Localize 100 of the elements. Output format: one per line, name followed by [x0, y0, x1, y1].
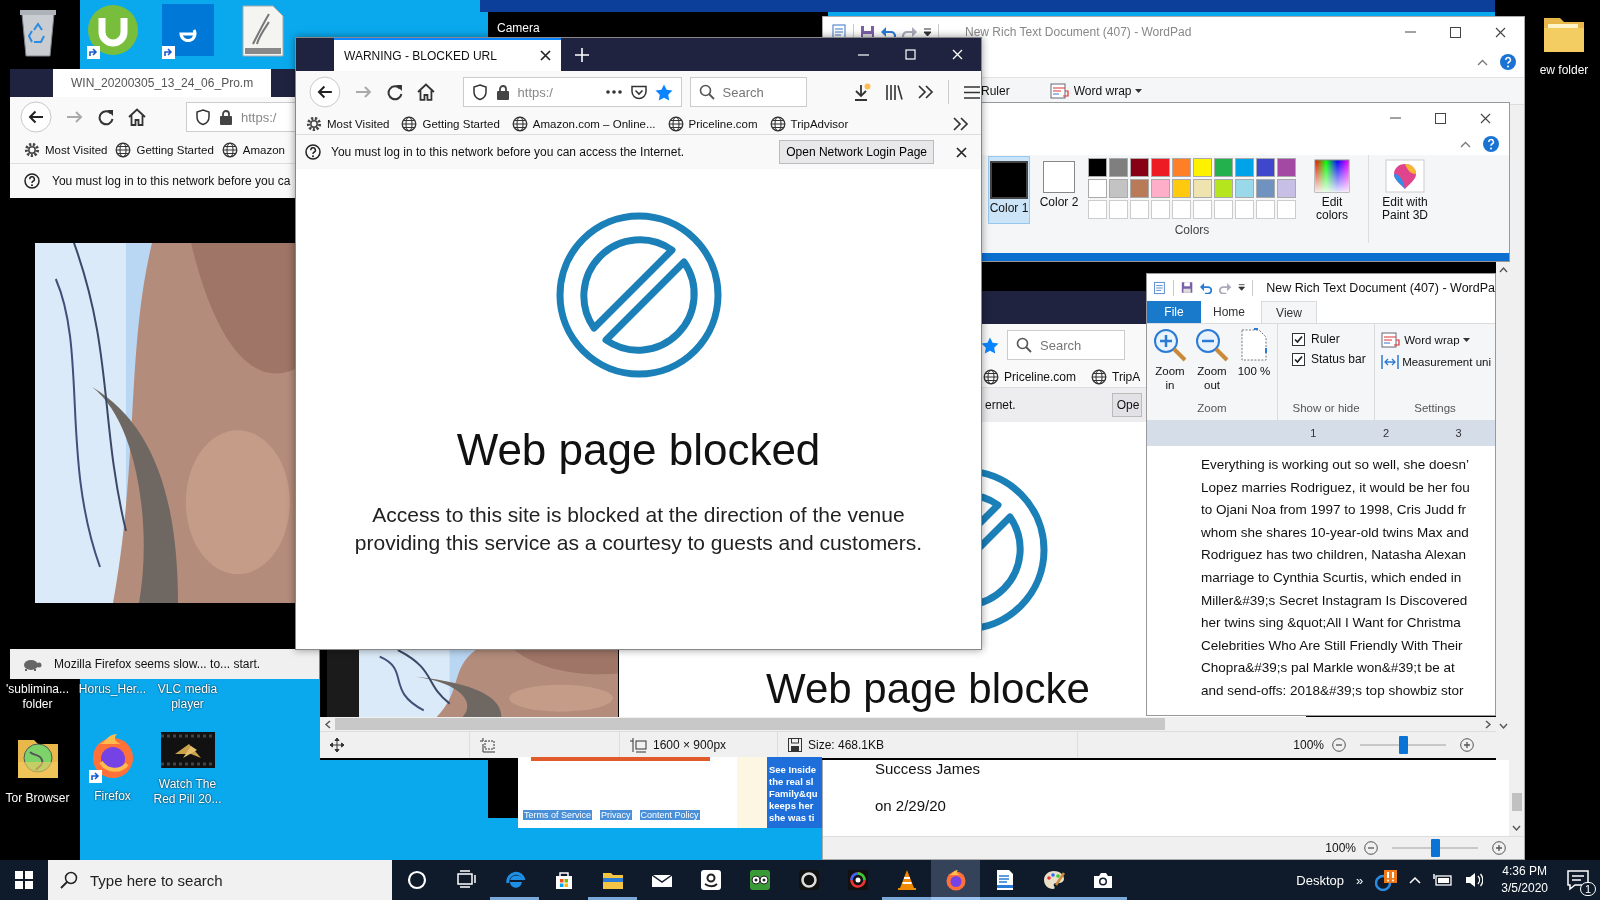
customize-icon[interactable] — [1238, 283, 1246, 292]
scroll-thumb[interactable] — [335, 718, 1165, 730]
empty-swatch[interactable] — [1235, 200, 1254, 219]
customize-icon[interactable] — [923, 27, 932, 37]
palette-icon[interactable] — [1042, 869, 1065, 891]
color-swatch[interactable] — [1214, 179, 1233, 198]
checkbox[interactable] — [1292, 332, 1305, 346]
spectrum-icon[interactable] — [1313, 159, 1351, 193]
video-file-icon[interactable] — [160, 732, 215, 768]
collapse-icon[interactable] — [1477, 58, 1488, 66]
bookmark[interactable]: Priceline.com — [688, 117, 758, 130]
move-icon[interactable] — [330, 738, 344, 752]
color-swatch[interactable] — [1277, 158, 1296, 177]
close-icon[interactable] — [1480, 112, 1491, 124]
empty-swatch[interactable] — [1214, 200, 1233, 219]
bookmark[interactable]: Getting Started — [136, 144, 214, 156]
zoom-in-icon[interactable] — [1460, 738, 1474, 752]
scrollbar[interactable] — [1496, 262, 1510, 760]
maximize-icon[interactable] — [1435, 112, 1446, 124]
scrollbar[interactable] — [320, 717, 1496, 731]
bookmark[interactable]: Amazon — [242, 144, 285, 156]
paint-3d-button[interactable]: Edit with Paint 3D — [1377, 155, 1433, 222]
color-slot[interactable]: Color 1 — [988, 156, 1030, 224]
collapse-icon[interactable] — [1460, 140, 1471, 148]
show-hidden-icon[interactable] — [1409, 876, 1422, 884]
reload-icon[interactable] — [385, 83, 403, 101]
empty-swatch[interactable] — [1109, 200, 1128, 219]
empty-swatch[interactable] — [1151, 200, 1170, 219]
color-swatch[interactable] — [1151, 158, 1170, 177]
bookmark[interactable]: Amazon.com – Online... — [532, 117, 656, 130]
clock-date[interactable]: 3/5/2020 — [1501, 880, 1548, 897]
checkbox-label[interactable]: Ruler — [1311, 332, 1340, 346]
search-field[interactable]: Type here to search — [48, 860, 392, 900]
color-swatch[interactable] — [1277, 179, 1296, 198]
ring-icon[interactable] — [797, 869, 820, 891]
clock-time[interactable]: 4:36 PM — [1502, 863, 1547, 880]
reload-icon[interactable] — [97, 108, 114, 126]
color-swatch[interactable] — [1256, 158, 1275, 177]
bookmark[interactable]: Most Visited — [45, 144, 108, 156]
slider-thumb[interactable] — [1431, 839, 1440, 857]
scroll-up-icon[interactable] — [1498, 266, 1508, 273]
scroll-right-icon[interactable] — [1485, 719, 1492, 729]
empty-swatch[interactable] — [1256, 200, 1275, 219]
smile-icon[interactable] — [699, 869, 722, 891]
zoom-out-icon[interactable] — [1332, 738, 1346, 752]
color-swatch[interactable] — [1151, 179, 1170, 198]
help-icon[interactable] — [1483, 136, 1499, 152]
slider-thumb[interactable] — [1399, 736, 1408, 754]
color-swatch[interactable] — [1109, 158, 1128, 177]
checkbox-label[interactable]: Status bar — [1311, 352, 1366, 366]
url-field[interactable]: https:/ — [186, 102, 298, 132]
owl-icon[interactable] — [748, 869, 771, 891]
color-swatch[interactable] — [1193, 158, 1212, 177]
caret-icon[interactable] — [1135, 89, 1143, 93]
notifications-icon[interactable] — [1566, 868, 1590, 892]
color-swatch[interactable] — [1109, 179, 1128, 198]
empty-swatch[interactable] — [1172, 200, 1191, 219]
bookmark[interactable]: Most Visited — [327, 117, 390, 130]
color-swatch[interactable] — [1088, 158, 1107, 177]
bookmark[interactable]: TripAdvisor — [790, 117, 849, 130]
color-swatch[interactable] — [1172, 158, 1191, 177]
volume-icon[interactable] — [1465, 872, 1484, 888]
browser-tab[interactable]: WARNING - BLOCKED URL — [334, 38, 561, 71]
empty-swatch[interactable] — [1277, 200, 1296, 219]
close-icon[interactable] — [956, 146, 967, 158]
toolbar-label[interactable]: Desktop — [1296, 872, 1345, 888]
ribbon-tab[interactable]: Home — [1201, 301, 1257, 323]
color-slot[interactable]: Color 2 — [1038, 156, 1080, 224]
zoom-out-icon[interactable] — [1364, 841, 1378, 855]
zoom-out-button[interactable]: Zoom out — [1193, 328, 1231, 402]
zoom-out-icon[interactable] — [1195, 328, 1229, 362]
color-wheel-icon[interactable] — [846, 869, 869, 891]
maximize-icon[interactable] — [1450, 26, 1461, 38]
caret-icon[interactable] — [1462, 338, 1470, 342]
edit-colors-button[interactable]: Edit colors — [1304, 155, 1360, 222]
close-icon[interactable] — [1495, 26, 1506, 38]
ribbon-item[interactable]: Word wrap — [1073, 84, 1132, 98]
circle-icon[interactable] — [405, 869, 428, 891]
home-icon[interactable] — [128, 108, 146, 126]
close-icon[interactable] — [540, 50, 551, 61]
browser-tab[interactable]: WIN_20200305_13_24_06_Pro.m — [53, 69, 271, 97]
color-swatch[interactable] — [1172, 179, 1191, 198]
download-icon[interactable] — [853, 83, 871, 101]
color-swatch[interactable] — [1235, 179, 1254, 198]
more-icon[interactable] — [604, 89, 623, 95]
login-button[interactable]: Open Network Login Page — [779, 140, 934, 164]
icon-label[interactable]: ew folder — [1531, 63, 1597, 78]
url-field[interactable]: https:/ — [462, 77, 682, 107]
task-view-icon[interactable] — [454, 869, 477, 891]
icon-label[interactable]: Tor Browser — [0, 791, 75, 806]
pocket-icon[interactable] — [630, 84, 647, 100]
search-field[interactable]: Search — [689, 77, 807, 107]
overflow-icon[interactable] — [917, 84, 934, 100]
bookmark[interactable]: Getting Started — [422, 117, 500, 130]
star-icon[interactable] — [654, 83, 673, 101]
selection-icon[interactable] — [480, 737, 496, 753]
zoom-in-icon[interactable] — [1153, 328, 1187, 362]
color-swatch[interactable] — [1214, 158, 1233, 177]
page-icon[interactable] — [1240, 328, 1268, 362]
scroll-down-icon[interactable] — [1498, 723, 1508, 730]
